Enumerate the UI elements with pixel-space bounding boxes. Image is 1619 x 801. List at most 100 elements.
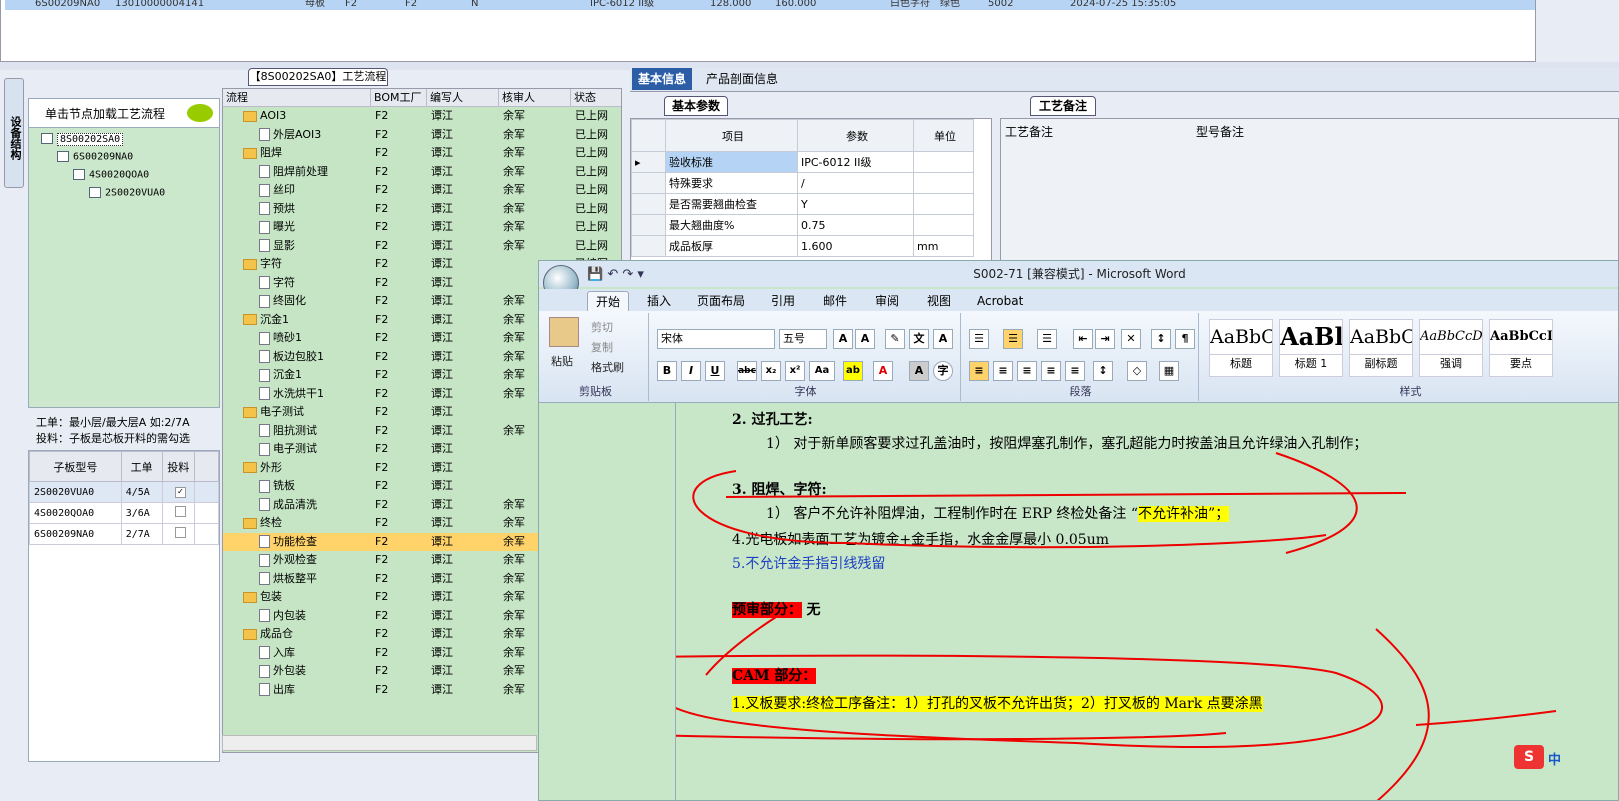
ime-logo-icon[interactable]: S [1514, 745, 1544, 769]
enclose-char-icon[interactable]: 字 [933, 361, 953, 381]
line-spacing-icon[interactable]: ↕ [1093, 361, 1113, 381]
table-row[interactable]: 预烘 F2 谭江 余军 已上网 [223, 200, 621, 219]
column-header[interactable]: 子板型号 [29, 451, 122, 482]
feed-checkbox[interactable] [174, 527, 186, 538]
table-row[interactable]: 最大翘曲度% 0.75 [631, 214, 974, 236]
column-header[interactable]: 流程 [223, 89, 371, 107]
flow-title-tab[interactable]: 【8S00202SA0】工艺流程 [248, 68, 388, 86]
tab-acrobat[interactable]: Acrobat [969, 291, 1031, 311]
table-row[interactable]: 显影 F2 谭江 余军 已上网 [223, 237, 621, 256]
quick-access-toolbar[interactable]: 💾 ↶ ↷ ▾ [587, 267, 644, 282]
table-row[interactable]: 成品板厚 1.600 mm [631, 235, 974, 257]
cell[interactable] [913, 172, 974, 194]
side-tab-device-structure[interactable]: 设备结构 [4, 78, 24, 188]
tab-basic-params[interactable]: 基本参数 [664, 96, 728, 116]
cell[interactable] [913, 193, 974, 215]
table-row[interactable]: 阻焊 F2 谭江 余军 已上网 [223, 144, 621, 163]
distribute-icon[interactable]: ≡ [1065, 361, 1085, 381]
underline-icon[interactable]: U [705, 361, 725, 381]
multilevel-list-icon[interactable]: ☰ [1037, 329, 1057, 349]
font-size-select[interactable]: 五号 [779, 329, 827, 349]
tree-node[interactable]: 4S0020QOA0 [73, 169, 149, 181]
column-header[interactable]: 编写人 [427, 89, 499, 107]
highlight-icon[interactable]: ab [843, 361, 863, 381]
tab-process-notes[interactable]: 工艺备注 [1030, 96, 1096, 116]
tab-review[interactable]: 审阅 [867, 291, 907, 311]
align-right-icon[interactable]: ≡ [1017, 361, 1037, 381]
font-name-select[interactable]: 宋体 [657, 329, 775, 349]
font-color-icon[interactable]: A [873, 361, 893, 381]
tab-basic-info[interactable]: 基本信息 [632, 68, 693, 90]
cell[interactable]: mm [913, 235, 974, 257]
tab-insert[interactable]: 插入 [639, 291, 679, 311]
style-strong[interactable]: AaBbCcD 要点 [1489, 319, 1553, 377]
phonetic-icon[interactable]: 文 [909, 329, 929, 349]
shrink-font-icon[interactable]: A [855, 329, 875, 349]
document-page[interactable]: 2. 过孔工艺: 1） 对于新单顾客要求过孔盖油时，按阻焊塞孔制作，塞孔超能力时… [675, 403, 1618, 800]
cell[interactable]: / [797, 172, 914, 194]
cell[interactable] [913, 214, 974, 236]
strikethrough-icon[interactable]: abc [737, 361, 757, 381]
table-row[interactable]: 特殊要求 / [631, 172, 974, 194]
column-header[interactable]: BOM工厂 [371, 89, 427, 107]
feed-checkbox[interactable] [174, 506, 186, 517]
table-row[interactable]: 丝印 F2 谭江 余军 已上网 [223, 181, 621, 200]
style-heading1[interactable]: AaBl 标题 1 [1279, 319, 1343, 377]
table-row[interactable]: 阻焊前处理 F2 谭江 余军 已上网 [223, 163, 621, 182]
tab-layout[interactable]: 页面布局 [689, 291, 753, 311]
style-title[interactable]: AaBbC 标题 [1209, 319, 1273, 377]
bullets-icon[interactable]: ☰ [969, 329, 989, 349]
table-row[interactable]: 6S00209NA0 2/7A [29, 523, 219, 545]
table-row[interactable]: 2S0020VUA0 4/5A ✓ [29, 481, 219, 503]
paste-icon[interactable] [549, 317, 579, 347]
tab-home[interactable]: 开始 [587, 291, 630, 312]
table-row[interactable]: ▸ 验收标准 IPC-6012 II级 [631, 151, 974, 173]
copy-button[interactable]: 复制 [591, 339, 613, 355]
column-header[interactable]: 型号备注 [1196, 123, 1244, 140]
column-header[interactable]: 投料 [161, 451, 196, 482]
format-painter-button[interactable]: 格式刷 [591, 359, 624, 375]
numbering-icon[interactable]: ☰ [1003, 329, 1023, 349]
italic-icon[interactable]: I [681, 361, 701, 381]
style-subtitle[interactable]: AaBbC 副标题 [1349, 319, 1413, 377]
selected-order-row[interactable]: 6S00209NA0 13010000004141 母板 F2 F2 N IPC… [5, 0, 1535, 10]
align-center-icon[interactable]: ≡ [993, 361, 1013, 381]
table-row[interactable]: AOI3 F2 谭江 余军 已上网 [223, 107, 621, 126]
show-marks-icon[interactable]: ¶ [1175, 329, 1195, 349]
justify-icon[interactable]: ≡ [1041, 361, 1061, 381]
sort-icon[interactable]: ↕ [1151, 329, 1171, 349]
superscript-icon[interactable]: x² [785, 361, 805, 381]
column-header[interactable]: 工单 [120, 451, 163, 482]
change-case-icon[interactable]: Aa [809, 361, 835, 381]
cut-button[interactable]: 剪切 [591, 319, 613, 335]
table-row[interactable]: 4S0020QOA0 3/6A [29, 502, 219, 524]
cell[interactable]: IPC-6012 II级 [797, 151, 914, 173]
feed-checkbox[interactable]: ✓ [174, 487, 186, 498]
tab-view[interactable]: 视图 [919, 291, 959, 311]
paste-button[interactable]: 粘贴 [551, 353, 573, 369]
column-header[interactable]: 单位 [913, 119, 974, 152]
tree-node[interactable]: 2S0020VUA0 [89, 187, 165, 199]
column-header[interactable]: 核审人 [499, 89, 571, 107]
tree-node[interactable]: 8S00202SA0 [41, 132, 124, 146]
table-row[interactable]: 曝光 F2 谭江 余军 已上网 [223, 218, 621, 237]
subscript-icon[interactable]: x₂ [761, 361, 781, 381]
borders-icon[interactable]: ▦ [1159, 361, 1179, 381]
char-border-icon[interactable]: A [933, 329, 953, 349]
align-left-icon[interactable]: ≡ [969, 361, 989, 381]
cell[interactable]: 1.600 [797, 235, 914, 257]
table-row[interactable]: 是否需要翘曲检查 Y [631, 193, 974, 215]
bold-icon[interactable]: B [657, 361, 677, 381]
column-header[interactable]: 参数 [797, 119, 914, 152]
cell[interactable]: 0.75 [797, 214, 914, 236]
chinese-layout-icon[interactable]: ✕ [1121, 329, 1141, 349]
char-shading-icon[interactable]: A [909, 361, 929, 381]
clear-format-icon[interactable]: ✎ [885, 329, 905, 349]
increase-indent-icon[interactable]: ⇥ [1095, 329, 1115, 349]
tab-references[interactable]: 引用 [763, 291, 803, 311]
cell[interactable]: Y [797, 193, 914, 215]
style-emphasis[interactable]: AaBbCcD 强调 [1419, 319, 1483, 377]
column-header[interactable]: 工艺备注 [1005, 123, 1053, 140]
tab-mailings[interactable]: 邮件 [815, 291, 855, 311]
table-row[interactable]: 外层AOI3 F2 谭江 余军 已上网 [223, 126, 621, 145]
